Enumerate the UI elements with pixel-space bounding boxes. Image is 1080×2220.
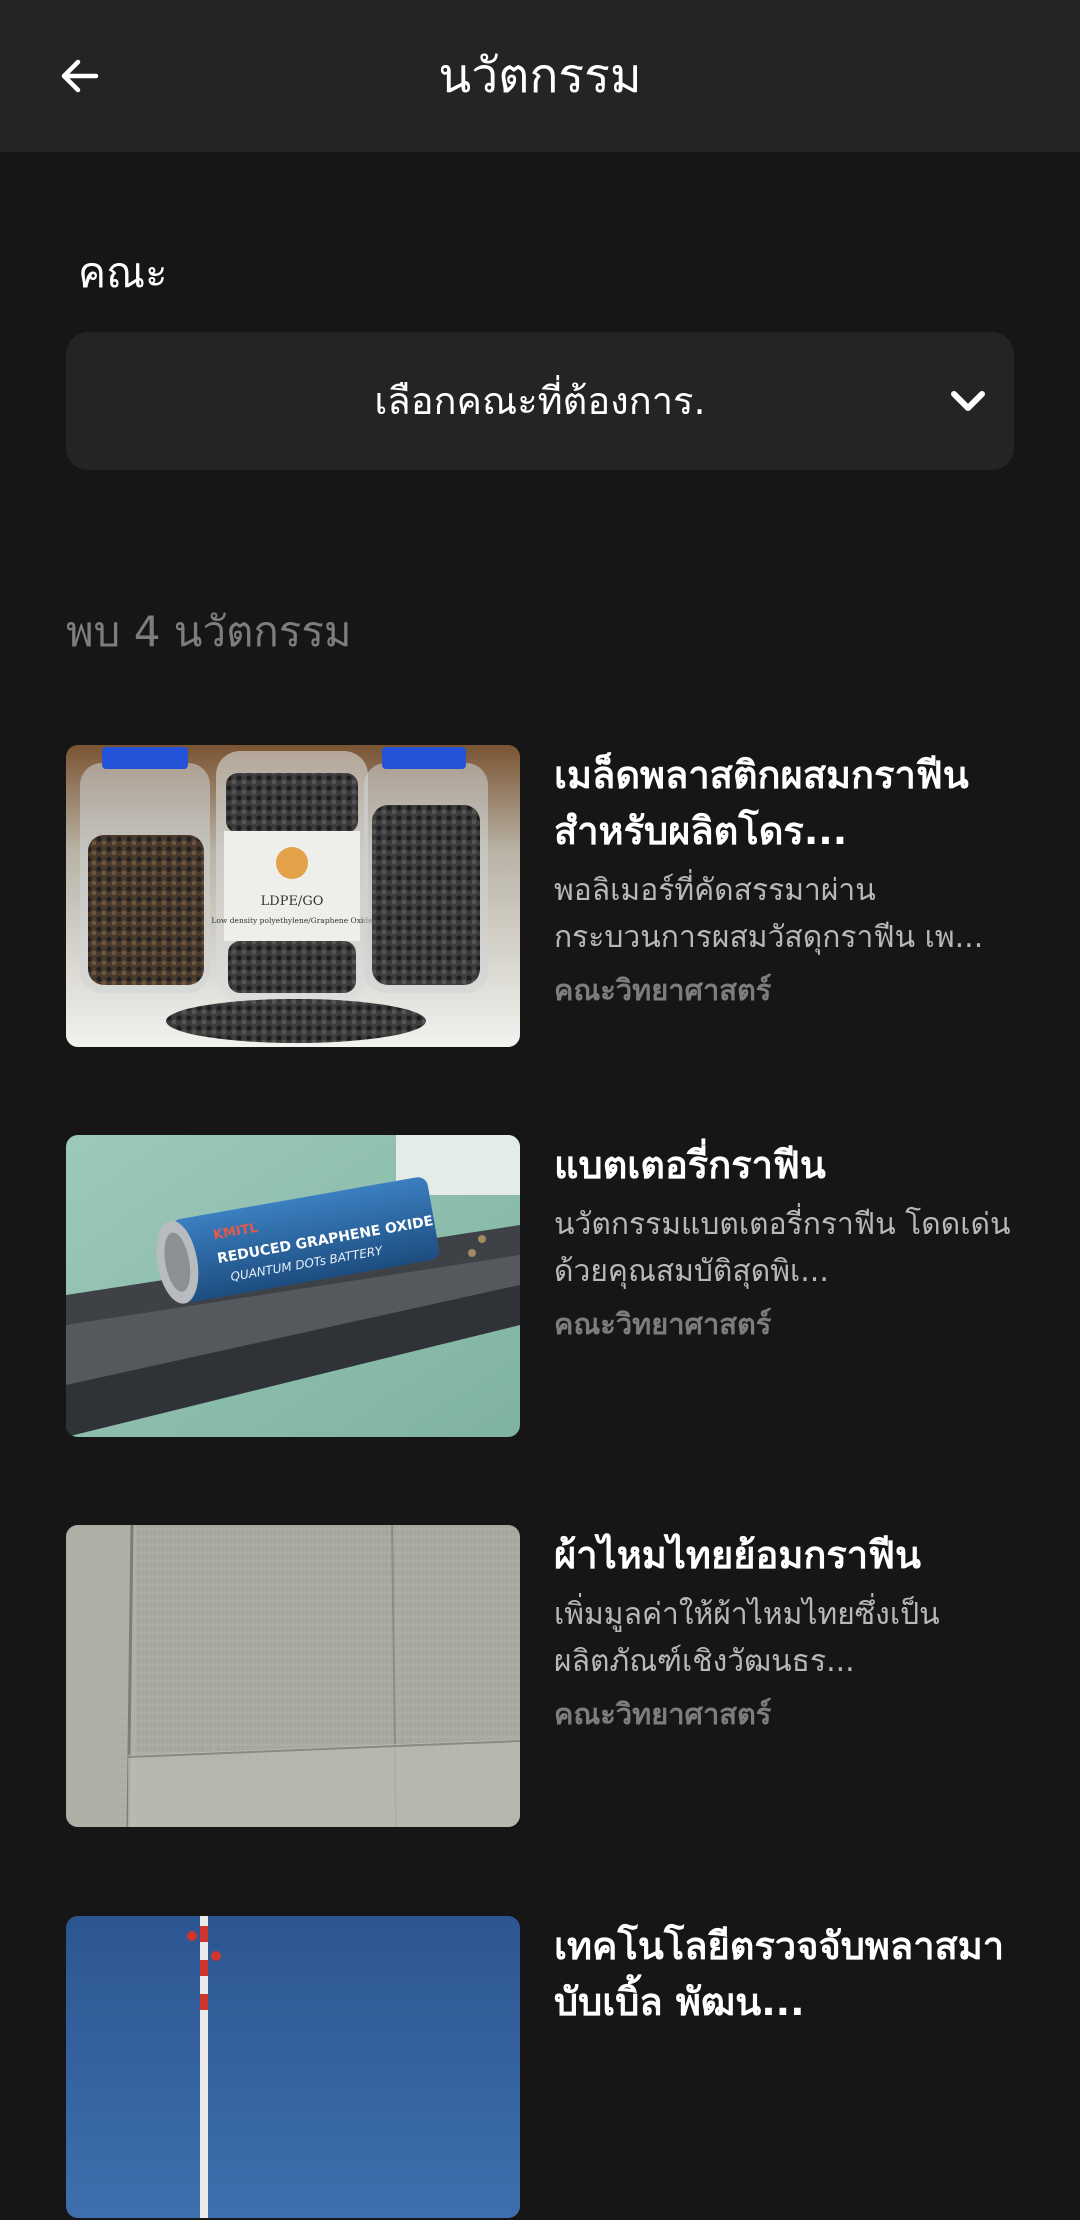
- card-faculty: คณะวิทยาศาสตร์: [554, 1307, 772, 1341]
- card-image: [66, 1916, 520, 2218]
- card-image: KMITL REDUCED GRAPHENE OXIDE QUANTUM DOT…: [66, 1135, 520, 1437]
- card-body: แบตเตอรี่กราฟีน นวัตกรรมแบตเตอรี่กราฟีน …: [554, 1135, 1014, 1345]
- card-title: เมล็ดพลาสติกผสมกราฟีนสำหรับผลิตโดร...: [554, 753, 969, 853]
- card-body: ผ้าไหมไทยย้อมกราฟีน เพิ่มมูลค่าให้ผ้าไหม…: [554, 1525, 1014, 1735]
- innovation-card[interactable]: เทคโนโลยีตรวจจับพลาสมาบับเบิ้ล พัฒน...: [66, 1916, 1014, 2220]
- card-body: เทคโนโลยีตรวจจับพลาสมาบับเบิ้ล พัฒน...: [554, 1916, 1014, 2046]
- page-title: นวัตกรรม: [438, 48, 642, 104]
- antenna-tower-image: [66, 1916, 520, 2218]
- result-count: พบ 4 นวัตกรรม: [66, 607, 352, 656]
- card-faculty: คณะวิทยาศาสตร์: [554, 973, 772, 1007]
- battery-image: KMITL REDUCED GRAPHENE OXIDE QUANTUM DOT…: [66, 1135, 520, 1437]
- card-description: พอลิเมอร์ที่คัดสรรมาผ่านกระบวนการผสมวัสด…: [554, 873, 984, 955]
- app-bar: นวัตกรรม: [0, 0, 1080, 152]
- jar-label-text: LDPE/GO: [261, 894, 324, 909]
- card-image: [66, 1525, 520, 1827]
- silk-fabric-image: [66, 1525, 520, 1827]
- card-body: เมล็ดพลาสติกผสมกราฟีนสำหรับผลิตโดร... พอ…: [554, 745, 1014, 1011]
- glass-jars-image: LDPE/GO Low density polyethylene/Graphen…: [66, 745, 520, 1047]
- faculty-dropdown-placeholder: เลือกคณะที่ต้องการ.: [374, 379, 706, 423]
- card-title: เทคโนโลยีตรวจจับพลาสมาบับเบิ้ล พัฒน...: [554, 1924, 1005, 2024]
- card-image: LDPE/GO Low density polyethylene/Graphen…: [66, 745, 520, 1047]
- faculty-dropdown[interactable]: เลือกคณะที่ต้องการ.: [66, 332, 1014, 470]
- chevron-down-icon: [951, 391, 985, 411]
- card-faculty: คณะวิทยาศาสตร์: [554, 1697, 772, 1731]
- card-description: นวัตกรรมแบตเตอรี่กราฟีน โดดเด่นด้วยคุณสม…: [554, 1207, 1011, 1289]
- back-button[interactable]: [40, 36, 120, 116]
- card-title: ผ้าไหมไทยย้อมกราฟีน: [554, 1533, 922, 1577]
- innovation-card[interactable]: ผ้าไหมไทยย้อมกราฟีน เพิ่มมูลค่าให้ผ้าไหม…: [66, 1525, 1014, 1829]
- arrow-left-icon: [61, 59, 99, 93]
- innovation-card[interactable]: KMITL REDUCED GRAPHENE OXIDE QUANTUM DOT…: [66, 1135, 1014, 1439]
- innovation-card[interactable]: LDPE/GO Low density polyethylene/Graphen…: [66, 745, 1014, 1049]
- card-title: แบตเตอรี่กราฟีน: [554, 1143, 826, 1187]
- faculty-filter-label: คณะ: [78, 248, 168, 297]
- card-description: เพิ่มมูลค่าให้ผ้าไหมไทยซึ่งเป็นผลิตภัณฑ์…: [554, 1597, 940, 1679]
- jar-label-subtext: Low density polyethylene/Graphene Oxide: [211, 916, 373, 925]
